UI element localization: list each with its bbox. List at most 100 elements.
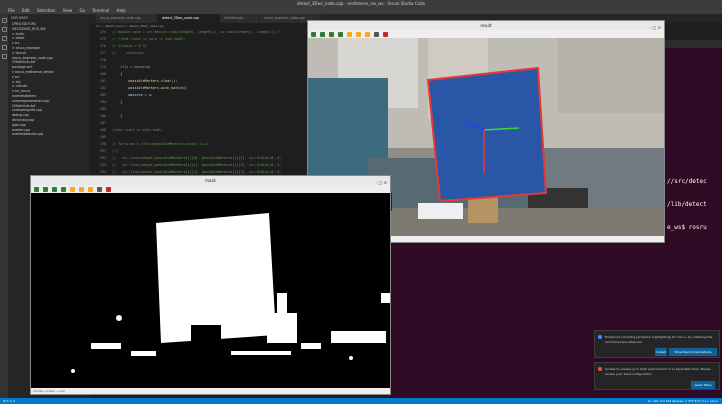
line-number: 180 xyxy=(99,72,106,76)
image-toolbar xyxy=(31,185,390,193)
status-right[interactable]: Ln 143, Col 104 Spaces: 4 UTF-8 LF C++ L… xyxy=(648,398,718,404)
window-title: result xyxy=(480,23,492,28)
terminal-line: //src/detec xyxy=(667,178,707,185)
debug-icon[interactable] xyxy=(1,45,7,50)
line-number: 188 xyxy=(99,128,106,132)
save-icon[interactable] xyxy=(374,31,379,37)
code-line: 192 // cv::line(output,possibleMarkers[i]… xyxy=(90,155,282,162)
image-window-mask[interactable]: mask – □ ✕ (x=xxx, y=xxx) ~ L:xx xyxy=(30,175,391,395)
code-text: maxarea = s; xyxy=(112,93,153,97)
search-icon[interactable] xyxy=(1,27,7,32)
tab-untitled[interactable]: Untitled.cpp xyxy=(220,14,260,23)
code-line: 183 maxarea = s; xyxy=(90,92,153,99)
activity-bar xyxy=(0,14,8,398)
line-number: 182 xyxy=(99,86,106,90)
code-text: // if(cole < 0.3) xyxy=(112,44,147,48)
explorer-item[interactable]: markerdetector.cpp xyxy=(8,132,90,137)
pan-down-icon[interactable] xyxy=(338,31,343,37)
pan-up-icon[interactable] xyxy=(329,31,334,37)
show-recommendations-button[interactable]: Show Recommendations xyxy=(669,348,717,356)
code-text: possibleMarkers.push_back(m); xyxy=(112,86,188,90)
code-line: 193 // cv::line(output,possibleMarkers[i]… xyxy=(90,162,282,169)
save-icon[interactable] xyxy=(97,186,102,192)
code-text: if(s > maxarea) xyxy=(112,65,151,69)
notification-cpp-extension: Enhanced colorizing (semantic highlighti… xyxy=(594,330,720,358)
zoom-in-icon[interactable] xyxy=(356,31,361,37)
line-number: 191 xyxy=(99,149,106,153)
pan-up-icon[interactable] xyxy=(52,186,57,192)
zoom-reset-icon[interactable] xyxy=(347,31,352,37)
files-icon[interactable] xyxy=(1,18,7,23)
pan-left-icon[interactable] xyxy=(311,31,316,37)
menu-edit[interactable]: Edit xyxy=(22,8,30,13)
menu-selection[interactable]: Selection xyxy=(37,8,55,13)
line-number: 190 xyxy=(99,142,106,146)
terminal-line: /lib/detect xyxy=(667,201,707,208)
code-line: 188 //std::cout << std::endl; xyxy=(90,127,163,134)
code-text: // cv::line(output,possibleMarkers[i][2]… xyxy=(112,170,282,174)
menu-bar: File Edit Selection View Go Terminal Hel… xyxy=(0,7,722,14)
code-line: 191 //{ xyxy=(90,148,118,155)
code-line: 186 } xyxy=(90,113,122,120)
code-line: 177 // continue; xyxy=(90,50,145,57)
explorer-header: EXPLORER xyxy=(11,16,28,20)
window-title: detect_3Dwc_node.cpp - meltsense_ros_ws … xyxy=(0,0,722,7)
window-status: (x=xxx, y=xxx) ~ L:xx xyxy=(31,388,390,394)
line-number: 183 xyxy=(99,93,106,97)
error-icon xyxy=(598,367,602,371)
line-number: 189 xyxy=(99,135,106,139)
code-text: //{ xyxy=(112,149,119,153)
code-line: 190 // for(size_t i=0;i<possibleMarkers.s… xyxy=(90,141,208,148)
source-control-icon[interactable] xyxy=(1,36,7,41)
pan-right-icon[interactable] xyxy=(43,186,48,192)
code-text: // cv::line(output,possibleMarkers[i][0]… xyxy=(112,156,282,160)
menu-go[interactable]: Go xyxy=(80,8,86,13)
extensions-icon[interactable] xyxy=(1,54,7,59)
code-line: 178 xyxy=(90,57,112,64)
code-line: 176 // if(cole < 0.3) xyxy=(90,43,147,50)
pan-right-icon[interactable] xyxy=(320,31,325,37)
line-number: 174 xyxy=(99,30,106,34)
code-line: 181 possibleMarkers.clear(); xyxy=(90,78,177,85)
line-number: 181 xyxy=(99,79,106,83)
window-controls[interactable]: – □ ✕ xyxy=(375,178,387,187)
code-line: 184 } xyxy=(90,99,122,106)
terminal-tabbar xyxy=(665,40,722,48)
zoom-in-icon[interactable] xyxy=(79,186,84,192)
code-text: { xyxy=(112,72,123,76)
notification-shell-env: Unable to resolve your shell environment… xyxy=(594,362,720,390)
zoom-reset-icon[interactable] xyxy=(70,186,75,192)
terminal-right[interactable]: //src/detec /lib/detect e_ws$ rosru xyxy=(665,48,722,243)
line-number: 179 xyxy=(99,65,106,69)
menu-view[interactable]: View xyxy=(63,8,73,13)
menu-file[interactable]: File xyxy=(8,8,15,13)
line-number: 178 xyxy=(99,58,106,62)
code-line: 187 xyxy=(90,120,112,127)
aruco-marker xyxy=(426,66,548,203)
pan-left-icon[interactable] xyxy=(34,186,39,192)
zoom-out-icon[interactable] xyxy=(88,186,93,192)
code-text: // double cole = cv::min(cv::min(length)… xyxy=(112,30,280,34)
line-number: 177 xyxy=(99,51,106,55)
properties-icon[interactable] xyxy=(383,31,388,37)
problems-indicator[interactable]: ⊗ 0 ⚠ 0 xyxy=(3,399,15,403)
line-number: 175 xyxy=(99,37,106,41)
code-text: // continue; xyxy=(112,51,145,55)
tab-detect-3dwc[interactable]: detect_3Dwc_node.cpp xyxy=(158,14,220,23)
menu-help[interactable]: Help xyxy=(117,8,126,13)
install-button[interactable]: Install xyxy=(655,348,667,356)
terminal-line: e_ws$ rosru xyxy=(667,224,707,231)
zoom-out-icon[interactable] xyxy=(365,31,370,37)
info-icon xyxy=(598,335,602,339)
pan-down-icon[interactable] xyxy=(61,186,66,192)
learn-more-button[interactable]: Learn More xyxy=(691,381,715,389)
notification-text: Unable to resolve your shell environment… xyxy=(605,367,711,376)
code-line: 175 // //std::cout << cole << std::endl; xyxy=(90,36,186,43)
tab-aruco-example[interactable]: aruco_example_node.cpp xyxy=(96,14,158,23)
code-editor[interactable]: 174 // double cole = cv::min(cv::min(leng… xyxy=(90,29,310,179)
menu-terminal[interactable]: Terminal xyxy=(92,8,109,13)
status-bar: ⊗ 0 ⚠ 0 Ln 143, Col 104 Spaces: 4 UTF-8 … xyxy=(0,398,722,404)
code-text: // cv::line(output,possibleMarkers[i][1]… xyxy=(112,163,282,167)
window-controls[interactable]: – □ ✕ xyxy=(649,23,661,32)
properties-icon[interactable] xyxy=(106,186,111,192)
